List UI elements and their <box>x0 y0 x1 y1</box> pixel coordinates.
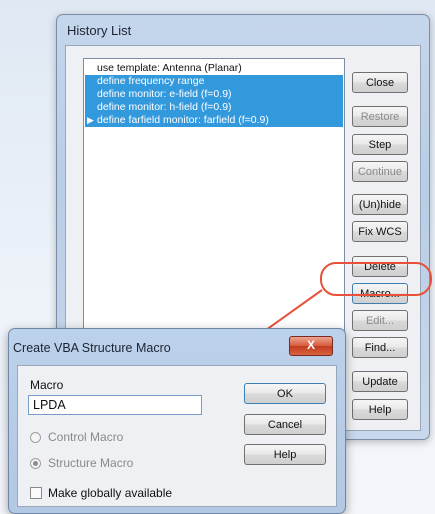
macro-label: Macro <box>30 378 64 392</box>
dialog-client-area: Macro LPDA Control Macro Structure Macro… <box>17 365 337 507</box>
close-icon: X <box>306 338 315 352</box>
step-button[interactable]: Step <box>352 134 408 155</box>
find-button[interactable]: Find... <box>352 337 408 358</box>
unhide-button[interactable]: (Un)hide <box>352 194 408 215</box>
dialog-close-button[interactable]: X <box>289 336 333 356</box>
make-global-checkbox[interactable] <box>30 487 42 499</box>
list-item-label: define farfield monitor: farfield (f=0.9… <box>97 114 269 126</box>
annotation-highlight-ring <box>320 262 432 296</box>
window-title: History List <box>67 23 132 38</box>
list-item[interactable]: define frequency range <box>85 75 343 88</box>
continue-button[interactable]: Continue <box>352 161 408 182</box>
close-button[interactable]: Close <box>352 72 408 93</box>
control-macro-label: Control Macro <box>48 430 124 444</box>
update-button[interactable]: Update <box>352 371 408 392</box>
list-item[interactable]: use template: Antenna (Planar) <box>85 62 343 75</box>
list-item-label: use template: Antenna (Planar) <box>97 62 242 74</box>
fix-wcs-button[interactable]: Fix WCS <box>352 221 408 242</box>
list-item[interactable]: define monitor: h-field (f=0.9) <box>85 101 343 114</box>
list-item-label: define frequency range <box>97 75 205 87</box>
list-item[interactable]: ▶ define farfield monitor: farfield (f=0… <box>85 114 343 127</box>
ok-button[interactable]: OK <box>244 383 326 404</box>
dialog-title: Create VBA Structure Macro <box>13 341 171 355</box>
triangle-right-icon: ▶ <box>87 115 94 125</box>
list-item-label: define monitor: e-field (f=0.9) <box>97 88 232 100</box>
structure-macro-radio[interactable] <box>30 458 41 469</box>
help-button[interactable]: Help <box>352 399 408 420</box>
macro-name-input[interactable]: LPDA <box>28 395 202 415</box>
list-item-label: define monitor: h-field (f=0.9) <box>97 101 232 113</box>
create-macro-dialog: Create VBA Structure Macro X Macro LPDA … <box>8 328 346 514</box>
history-listbox[interactable]: use template: Antenna (Planar) define fr… <box>83 58 345 370</box>
restore-button[interactable]: Restore <box>352 106 408 127</box>
cancel-button[interactable]: Cancel <box>244 414 326 435</box>
control-macro-radio[interactable] <box>30 432 41 443</box>
edit-button[interactable]: Edit... <box>352 310 408 331</box>
make-global-label: Make globally available <box>48 486 173 500</box>
list-item[interactable]: define monitor: e-field (f=0.9) <box>85 88 343 101</box>
structure-macro-label: Structure Macro <box>48 456 134 470</box>
dialog-help-button[interactable]: Help <box>244 444 326 465</box>
